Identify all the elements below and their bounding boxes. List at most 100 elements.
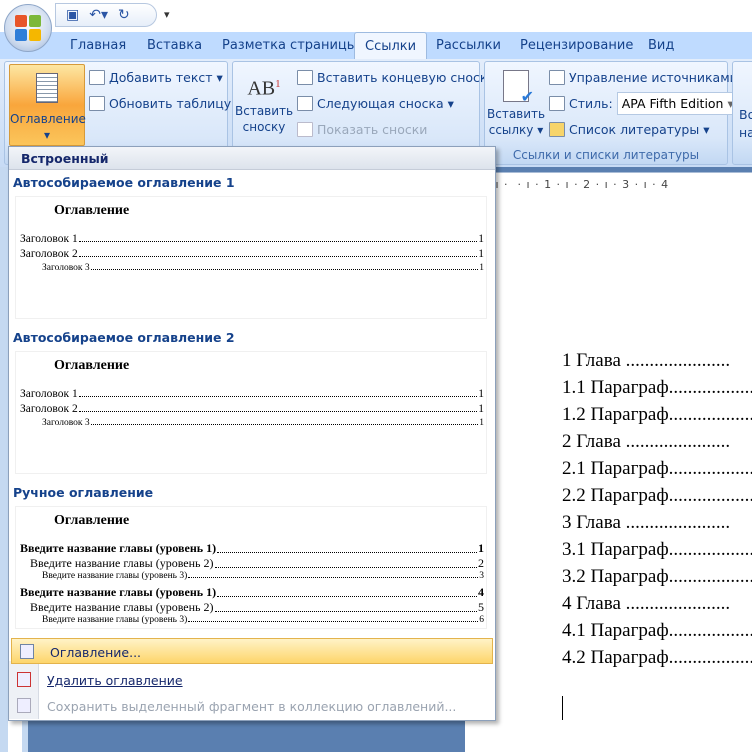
tab-insert[interactable]: Вставка	[147, 38, 202, 53]
text-cursor	[562, 696, 563, 720]
preview-heading: Заголовок 3	[42, 263, 90, 273]
style-label: Стиль:	[569, 96, 613, 111]
toc-style-preview[interactable]: Оглавление Заголовок 1 1 Заголовок 2 1 Заголо…	[15, 196, 487, 319]
manage-sources-button[interactable]: Управление источниками	[549, 70, 738, 85]
style-dropdown[interactable]: APA Fifth Edition ▾	[616, 92, 739, 115]
menu-label: Сохранить выделенный фрагмент в коллекци…	[47, 699, 457, 714]
preview-heading: Введите название главы (уровень 3)	[42, 615, 188, 625]
preview-page-number: 1	[479, 418, 484, 428]
bibliography-button[interactable]: Список литературы ▾	[549, 122, 709, 137]
preview-title: Оглавление	[54, 358, 130, 373]
tab-view[interactable]: Вид	[648, 38, 674, 53]
insert-endnote-button[interactable]: Вставить концевую сноску	[297, 70, 495, 85]
section-title: Автособираемое оглавление 1	[13, 175, 235, 190]
toc-entry[interactable]: 3.2 Параграф..................	[562, 566, 752, 588]
preview-page-number: 1	[478, 541, 484, 555]
insert-citation-label-1: Вставить	[487, 107, 546, 121]
preview-page-number: 1	[479, 263, 484, 273]
menu-item-remove-toc[interactable]: Удалить оглавление	[9, 667, 495, 693]
toc-style-preview[interactable]: Оглавление Заголовок 1 1 Заголовок 2 1 Заголо…	[15, 351, 487, 474]
toc-entry[interactable]: 3.1 Параграф..................	[562, 539, 752, 561]
bibliography-icon	[549, 122, 565, 137]
preview-page-number: 2	[478, 556, 484, 570]
preview-row: Заголовок 2 1	[20, 248, 484, 260]
preview-page-number: 6	[479, 615, 484, 625]
bibliography-label: Список литературы	[569, 122, 700, 137]
horizontal-ruler[interactable]: · 1 · ı · · ı · 1 · ı · 2 · ı · 3 · ı · …	[465, 172, 752, 196]
show-notes-button[interactable]: Показать сноски	[297, 122, 427, 137]
redo-icon[interactable]: ↻	[118, 7, 130, 23]
preview-heading: Заголовок 2	[20, 403, 78, 415]
update-table-icon	[89, 96, 105, 111]
endnote-icon	[297, 70, 313, 85]
toc-entry[interactable]: 1 Глава ......................	[562, 350, 730, 372]
preview-row: Заголовок 3 1	[42, 263, 484, 273]
section-title: Автособираемое оглавление 2	[13, 330, 235, 345]
add-text-label: Добавить текст	[109, 70, 213, 85]
toc-entry[interactable]: 2.1 Параграф..................	[562, 458, 752, 480]
show-notes-icon	[297, 122, 313, 137]
menu-item-toc-settings[interactable]: Оглавление...	[11, 638, 493, 664]
office-button[interactable]	[4, 4, 52, 52]
insert-caption-button[interactable]: Во на	[739, 106, 752, 142]
toc-entry[interactable]: 2.2 Параграф..................	[562, 485, 752, 507]
show-notes-label: Показать сноски	[317, 122, 428, 137]
style-control: Стиль: APA Fifth Edition ▾	[549, 92, 739, 115]
toc-entry[interactable]: 4.2 Параграф..................	[562, 647, 752, 669]
section-title: Ручное оглавление	[13, 485, 154, 500]
caption-label-2: на	[739, 125, 752, 140]
update-table-button[interactable]: Обновить таблицу	[89, 96, 231, 111]
update-table-label: Обновить таблицу	[109, 96, 232, 111]
tab-home[interactable]: Главная	[70, 38, 126, 53]
preview-heading: Введите название главы (уровень 2)	[30, 556, 214, 570]
toc-entry[interactable]: 4 Глава ......................	[562, 593, 730, 615]
preview-heading: Заголовок 3	[42, 418, 90, 428]
toc-style-preview[interactable]: Оглавление Введите название главы (уровен…	[15, 506, 487, 629]
tab-review[interactable]: Рецензирование	[520, 38, 633, 53]
customize-qat-icon[interactable]: ▾	[164, 8, 170, 21]
toc-entry[interactable]: 1.2 Параграф..................	[562, 404, 752, 426]
toc-entry[interactable]: 3 Глава ......................	[562, 512, 730, 534]
toc-entry[interactable]: 4.1 Параграф..................	[562, 620, 752, 642]
tab-page-layout[interactable]: Разметка страницы	[222, 38, 357, 53]
preview-page-number: 1	[478, 388, 484, 400]
toc-entry[interactable]: 1.1 Параграф..................	[562, 377, 752, 399]
preview-row: Заголовок 2 1	[20, 403, 484, 415]
remove-toc-icon	[17, 672, 31, 687]
preview-row: Введите название главы (уровень 3) 3	[42, 571, 484, 581]
insert-footnote-button[interactable]: AB1 Вставить сноску	[235, 76, 293, 135]
toc-button[interactable]: Оглавление ▾	[9, 64, 86, 146]
save-icon[interactable]: ▣	[66, 7, 79, 23]
add-text-button[interactable]: Добавить текст ▾	[89, 70, 223, 85]
menu-label: Удалить оглавление	[47, 673, 183, 688]
dropdown-header: Встроенный	[9, 147, 495, 170]
preview-title: Оглавление	[54, 513, 130, 528]
manage-sources-label: Управление источниками	[569, 70, 738, 85]
footnote-icon: AB1	[247, 77, 281, 100]
office-logo-icon	[15, 15, 41, 41]
preview-row: Введите название главы (уровень 2) 2	[30, 556, 484, 571]
preview-heading: Введите название главы (уровень 2)	[30, 600, 214, 614]
toc-dropdown: Встроенный Автособираемое оглавление 1 Ог…	[8, 146, 496, 721]
preview-page-number: 1	[478, 233, 484, 245]
preview-page-number: 3	[479, 571, 484, 581]
preview-row: Введите название главы (уровень 1) 1	[20, 541, 484, 556]
style-value: APA Fifth Edition	[621, 96, 724, 111]
tab-references[interactable]: Ссылки	[354, 32, 428, 60]
next-footnote-button[interactable]: Следующая сноска ▾	[297, 96, 454, 111]
quick-access-toolbar: ▣ ↶▾ ↻	[55, 3, 157, 27]
insert-endnote-label: Вставить концевую сноску	[317, 70, 495, 85]
menu-item-save-selection[interactable]: Сохранить выделенный фрагмент в коллекци…	[9, 693, 495, 719]
insert-footnote-label-2: сноску	[242, 119, 286, 134]
insert-citation-button[interactable]: ✔ Вставить ссылку ▾	[487, 70, 545, 138]
preview-row: Введите название главы (уровень 2) 5	[30, 600, 484, 615]
toc-icon	[36, 73, 58, 103]
toc-entry[interactable]: 2 Глава ......................	[562, 431, 730, 453]
add-text-icon	[89, 70, 105, 85]
toc-icon	[20, 644, 34, 659]
ribbon-tabs: Главная Вставка Разметка страницы Ссылки…	[0, 32, 752, 60]
tab-mailings[interactable]: Рассылки	[436, 38, 501, 53]
undo-icon[interactable]: ↶▾	[89, 7, 108, 23]
preview-title: Оглавление	[54, 203, 130, 218]
document-page[interactable]: 1 Глава ...................... 1.1 Парагр…	[465, 196, 752, 752]
